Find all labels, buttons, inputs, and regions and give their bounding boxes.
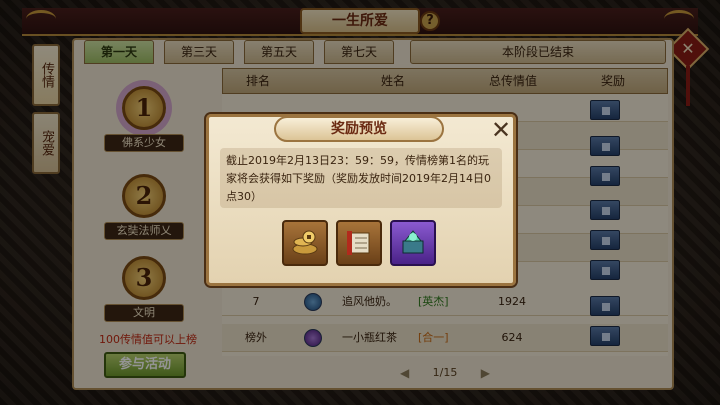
- coins-icon: [292, 230, 318, 255]
- modal-title: 奖励预览: [274, 116, 444, 142]
- chest-gem-icon: [402, 230, 424, 254]
- reward-gem-chest[interactable]: [390, 220, 436, 266]
- reward-coins[interactable]: [282, 220, 328, 266]
- modal-close-button[interactable]: ✕: [488, 118, 514, 144]
- modal-description: 截止2019年2月13日23：59：59，传情榜第1名的玩家将会获得如下奖励（奖…: [220, 148, 502, 208]
- scroll-icon: [347, 231, 370, 255]
- reward-scroll[interactable]: [336, 220, 382, 266]
